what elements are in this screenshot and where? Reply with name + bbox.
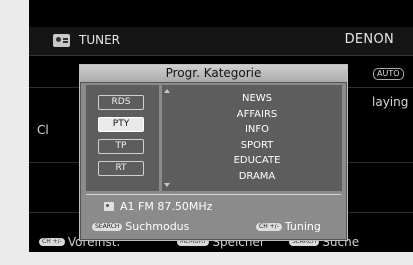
- list-scrollbar[interactable]: [162, 85, 172, 191]
- brand-logo: DENON: [344, 32, 394, 47]
- radio-icon: [104, 202, 114, 211]
- pty-list-item[interactable]: EDUCATE: [172, 153, 342, 169]
- pty-list-panel: NEWS AFFAIRS INFO SPORT EDUCATE DRAMA: [162, 85, 342, 191]
- dialog-title: Progr. Kategorie: [80, 65, 347, 83]
- scroll-down-icon[interactable]: [164, 183, 170, 187]
- header-bar: TUNER DENON: [29, 27, 413, 56]
- dialog-divider: [86, 194, 341, 195]
- tuner-screen: TUNER DENON AUTO laying Cl CH +/- Vorein…: [29, 0, 413, 252]
- auto-badge: AUTO: [373, 68, 404, 80]
- button-badge: SEARCH: [92, 222, 123, 231]
- station-info: A1 FM 87.50MHz: [104, 200, 212, 213]
- page-title: TUNER: [79, 33, 121, 47]
- background-text: Cl: [37, 123, 49, 137]
- pty-list-item[interactable]: AFFAIRS: [172, 107, 342, 123]
- pty-list: NEWS AFFAIRS INFO SPORT EDUCATE DRAMA: [172, 91, 342, 184]
- pty-button[interactable]: PTY: [98, 117, 144, 132]
- rds-button[interactable]: RDS: [98, 95, 144, 110]
- pty-list-item[interactable]: SPORT: [172, 138, 342, 154]
- button-badge: CH +/-: [256, 222, 282, 231]
- pty-list-item[interactable]: INFO: [172, 122, 342, 138]
- tuning-hint: CH +/- Tuning: [256, 220, 321, 233]
- search-mode-label: Suchmodus: [125, 220, 190, 233]
- pty-list-item[interactable]: DRAMA: [172, 169, 342, 185]
- dialog-hints: SEARCH Suchmodus CH +/- Tuning: [92, 220, 342, 234]
- search-mode-hint: SEARCH Suchmodus: [92, 220, 189, 233]
- station-frequency: A1 FM 87.50MHz: [120, 200, 213, 213]
- now-playing-text: laying: [372, 95, 409, 109]
- tuning-label: Tuning: [284, 220, 321, 233]
- pty-list-item[interactable]: NEWS: [172, 91, 342, 107]
- button-badge: CH +/-: [39, 238, 65, 246]
- radio-icon: [53, 34, 70, 47]
- scroll-up-icon[interactable]: [164, 89, 170, 93]
- program-category-dialog: Progr. Kategorie RDS PTY TP RT NEWS AFFA…: [79, 64, 348, 241]
- tp-button[interactable]: TP: [98, 139, 144, 154]
- rt-button[interactable]: RT: [98, 161, 144, 176]
- category-panel: RDS PTY TP RT: [86, 85, 159, 191]
